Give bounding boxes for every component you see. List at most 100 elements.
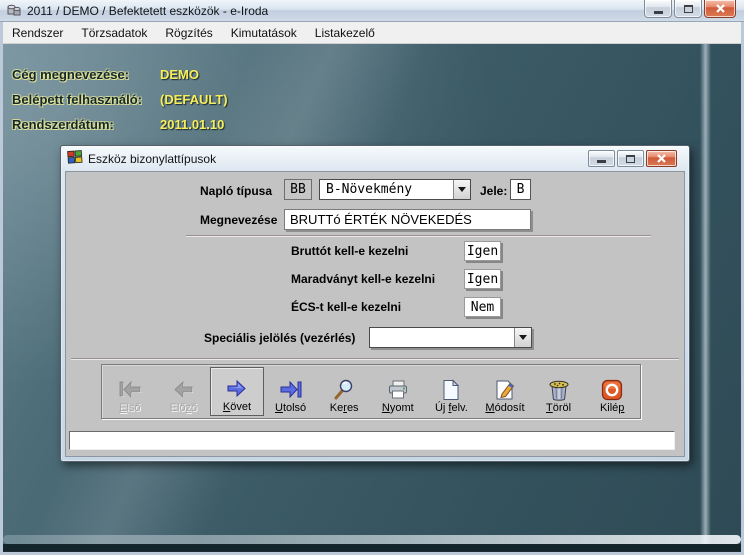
ecs-label: ÉCS-t kell-e kezelni <box>291 300 401 314</box>
maximize-button[interactable] <box>674 0 702 18</box>
menu-rogzites[interactable]: Rögzítés <box>156 22 221 43</box>
dialog-close-icon <box>656 153 667 164</box>
info-row-user: Belépett felhasználó: (DEFAULT) <box>12 87 228 112</box>
brutto-toggle[interactable]: Igen <box>464 241 501 261</box>
minimize-icon <box>654 11 663 14</box>
search-button[interactable]: Keres <box>317 367 371 416</box>
next-arrow-icon <box>224 378 250 400</box>
exit-button[interactable]: Kilép <box>585 367 639 416</box>
dialog-window: Eszköz bizonylattípusok <box>60 145 690 462</box>
print-button[interactable]: Nyomt <box>371 367 425 416</box>
dialog-body: Napló típusa BB B-Növekmény Jele: B Megn… <box>65 171 685 457</box>
dialog-title: Eszköz bizonylattípusok <box>88 152 216 166</box>
last-arrow-icon <box>278 379 304 401</box>
client-area: Cég megnevezése: DEMO Belépett felhaszná… <box>3 44 741 551</box>
close-button[interactable] <box>704 0 736 18</box>
delete-label: Töröl <box>546 402 571 414</box>
date-value: 2011.01.10 <box>160 117 224 132</box>
dialog-minimize-button[interactable] <box>588 150 615 167</box>
maradvany-label: Maradványt kell-e kezelni <box>291 272 435 286</box>
dialog-titlebar[interactable]: Eszköz bizonylattípusok <box>65 146 685 171</box>
main-window: 2011 / DEMO / Befektetett eszközök - e-I… <box>0 0 744 555</box>
edit-pencil-icon <box>493 379 517 401</box>
modify-label: Módosít <box>485 402 524 414</box>
separator-top <box>186 235 651 237</box>
window-title: 2011 / DEMO / Befektetett eszközök - e-I… <box>27 4 268 18</box>
jele-field[interactable]: B <box>510 179 531 200</box>
new-record-button[interactable]: Új felv. <box>425 367 479 416</box>
screen: 2011 / DEMO / Befektetett eszközök - e-I… <box>0 0 744 555</box>
background-bottom-highlight <box>3 535 741 544</box>
specialis-combobox-arrow-button[interactable] <box>514 328 531 347</box>
megnevezese-label: Megnevezése <box>200 213 277 227</box>
record-toolbar: Első Előző <box>101 364 641 419</box>
status-field[interactable] <box>69 431 675 450</box>
previous-arrow-icon <box>170 379 196 401</box>
next-record-button[interactable]: Követ <box>210 367 264 416</box>
menu-rendszer[interactable]: Rendszer <box>3 22 72 43</box>
print-label: Nyomt <box>382 402 414 414</box>
naplo-code-field: BB <box>284 179 312 200</box>
specialis-combobox-value <box>370 328 514 347</box>
menu-kimutatasok[interactable]: Kimutatások <box>222 22 306 43</box>
company-value: DEMO <box>160 67 199 82</box>
dialog-maximize-button[interactable] <box>617 150 644 167</box>
info-row-date: Rendszerdátum: 2011.01.10 <box>12 112 228 137</box>
dialog-maximize-icon <box>626 155 635 163</box>
delete-button[interactable]: Töröl <box>532 367 586 416</box>
search-label: Keres <box>330 402 359 414</box>
chevron-down-icon <box>519 335 527 344</box>
megnevezese-field[interactable]: BRUTTó ÉRTÉK NÖVEKEDÉS <box>284 209 531 230</box>
app-icon <box>6 1 22 20</box>
first-arrow-icon <box>117 379 143 401</box>
exit-label: Kilép <box>600 402 624 414</box>
naplo-tipusa-label: Napló típusa <box>200 184 272 198</box>
last-record-button[interactable]: Utolsó <box>264 367 318 416</box>
menu-bar: Rendszer Törzsadatok Rögzítés Kimutatáso… <box>3 22 741 44</box>
previous-record-button: Előző <box>157 367 211 416</box>
close-icon <box>715 3 726 14</box>
session-info: Cég megnevezése: DEMO Belépett felhaszná… <box>12 62 228 137</box>
window-controls <box>644 0 736 18</box>
maradvany-toggle[interactable]: Igen <box>464 269 501 289</box>
last-record-label: Utolsó <box>275 402 306 414</box>
first-record-label: Első <box>119 402 140 414</box>
ecs-toggle[interactable]: Nem <box>464 297 501 317</box>
next-record-label: Követ <box>223 401 251 413</box>
previous-record-label: Előző <box>170 402 198 414</box>
trash-icon <box>547 379 571 401</box>
specialis-combobox[interactable] <box>369 327 532 348</box>
user-value: (DEFAULT) <box>160 92 228 107</box>
brutto-label: Bruttót kell-e kezelni <box>291 244 408 258</box>
jele-label: Jele: <box>480 184 507 198</box>
naplo-combobox-value: B-Növekmény <box>320 180 453 199</box>
naplo-combobox[interactable]: B-Növekmény <box>319 179 471 200</box>
search-icon <box>332 379 356 401</box>
maximize-icon <box>684 5 693 13</box>
specialis-label: Speciális jelölés (vezérlés) <box>204 331 355 345</box>
background-bottom-edge <box>3 544 741 551</box>
menu-listakezelo[interactable]: Listakezelő <box>306 22 384 43</box>
first-record-button: Első <box>103 367 157 416</box>
separator-bottom <box>71 358 679 360</box>
dialog-close-button[interactable] <box>646 150 677 167</box>
new-document-icon <box>440 379 462 401</box>
chevron-down-icon <box>458 187 466 196</box>
main-titlebar[interactable]: 2011 / DEMO / Befektetett eszközök - e-I… <box>0 0 744 22</box>
new-record-label: Új felv. <box>435 402 468 414</box>
modify-button[interactable]: Módosít <box>478 367 532 416</box>
minimize-button[interactable] <box>644 0 672 18</box>
company-label: Cég megnevezése: <box>12 67 160 82</box>
user-label: Belépett felhasználó: <box>12 92 160 107</box>
exit-power-icon <box>601 379 623 401</box>
info-row-company: Cég megnevezése: DEMO <box>12 62 228 87</box>
date-label: Rendszerdátum: <box>12 117 160 132</box>
dialog-minimize-icon <box>597 160 606 163</box>
printer-icon <box>386 379 410 401</box>
dialog-controls <box>588 150 677 167</box>
naplo-combobox-arrow-button[interactable] <box>453 180 470 199</box>
dialog-icon <box>67 150 83 167</box>
window-frame: Rendszer Törzsadatok Rögzítés Kimutatáso… <box>0 22 744 555</box>
menu-torzsadatok[interactable]: Törzsadatok <box>72 22 156 43</box>
background-right-highlight <box>700 44 711 551</box>
